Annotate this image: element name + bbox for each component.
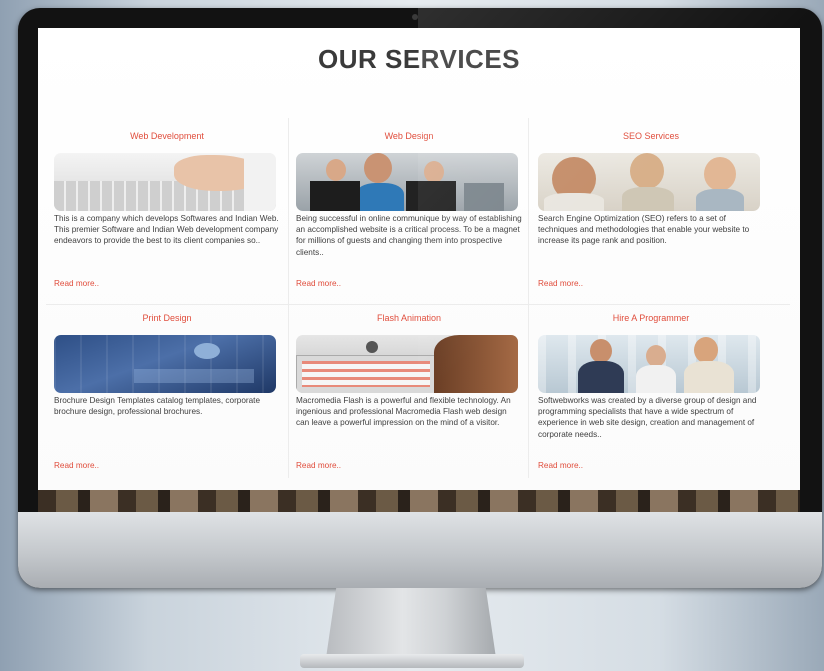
office-team-image [538,335,760,393]
service-card-web-design: Web Design Being successful in online co… [296,131,522,288]
service-description: Brochure Design Templates catalog templa… [54,396,261,417]
column-divider [288,118,289,478]
read-more-link[interactable]: Read more.. [538,279,764,288]
row-divider [46,304,790,305]
screen-background-strip [38,490,800,512]
monitor-chin [18,512,822,588]
column-divider [528,118,529,478]
service-card-hire-a-programmer: Hire A Programmer Softwebworks was creat… [538,313,764,470]
service-card-web-development: Web Development This is a company which … [54,131,280,288]
service-card-print-design: Print Design Brochure Design Templates c… [54,313,280,470]
service-title[interactable]: Hire A Programmer [538,313,764,325]
service-description: Search Engine Optimization (SEO) refers … [538,214,750,246]
brochure-image [54,335,276,393]
page-title: OUR SERVICES [317,44,520,74]
service-description: Softwebworks was created by a diverse gr… [538,396,757,439]
service-description: Macromedia Flash is a powerful and flexi… [296,396,511,428]
students-computers-image [296,153,518,211]
camera-icon [412,14,418,20]
keyboard-hands-image [54,153,276,211]
service-card-flash-animation: Flash Animation Macromedia Flash is a po… [296,313,522,470]
website-screen: OUR SERVICES Web Development This is a c… [38,28,800,498]
service-description: This is a company which develops Softwar… [54,214,279,246]
read-more-link[interactable]: Read more.. [54,279,280,288]
service-title[interactable]: Print Design [54,313,280,325]
read-more-link[interactable]: Read more.. [54,461,280,470]
monitor-stand [326,588,496,658]
read-more-link[interactable]: Read more.. [296,279,522,288]
read-more-link[interactable]: Read more.. [296,461,522,470]
read-more-link[interactable]: Read more.. [538,461,764,470]
service-description: Being successful in online communique by… [296,214,522,257]
service-title[interactable]: Web Development [54,131,280,143]
service-title[interactable]: Flash Animation [296,313,522,325]
monitor-base [300,654,524,668]
service-card-seo-services: SEO Services Search Engine Optimization … [538,131,764,288]
service-title[interactable]: Web Design [296,131,522,143]
team-headsets-image [538,153,760,211]
service-title[interactable]: SEO Services [538,131,764,143]
monitor-woman-image [296,335,518,393]
